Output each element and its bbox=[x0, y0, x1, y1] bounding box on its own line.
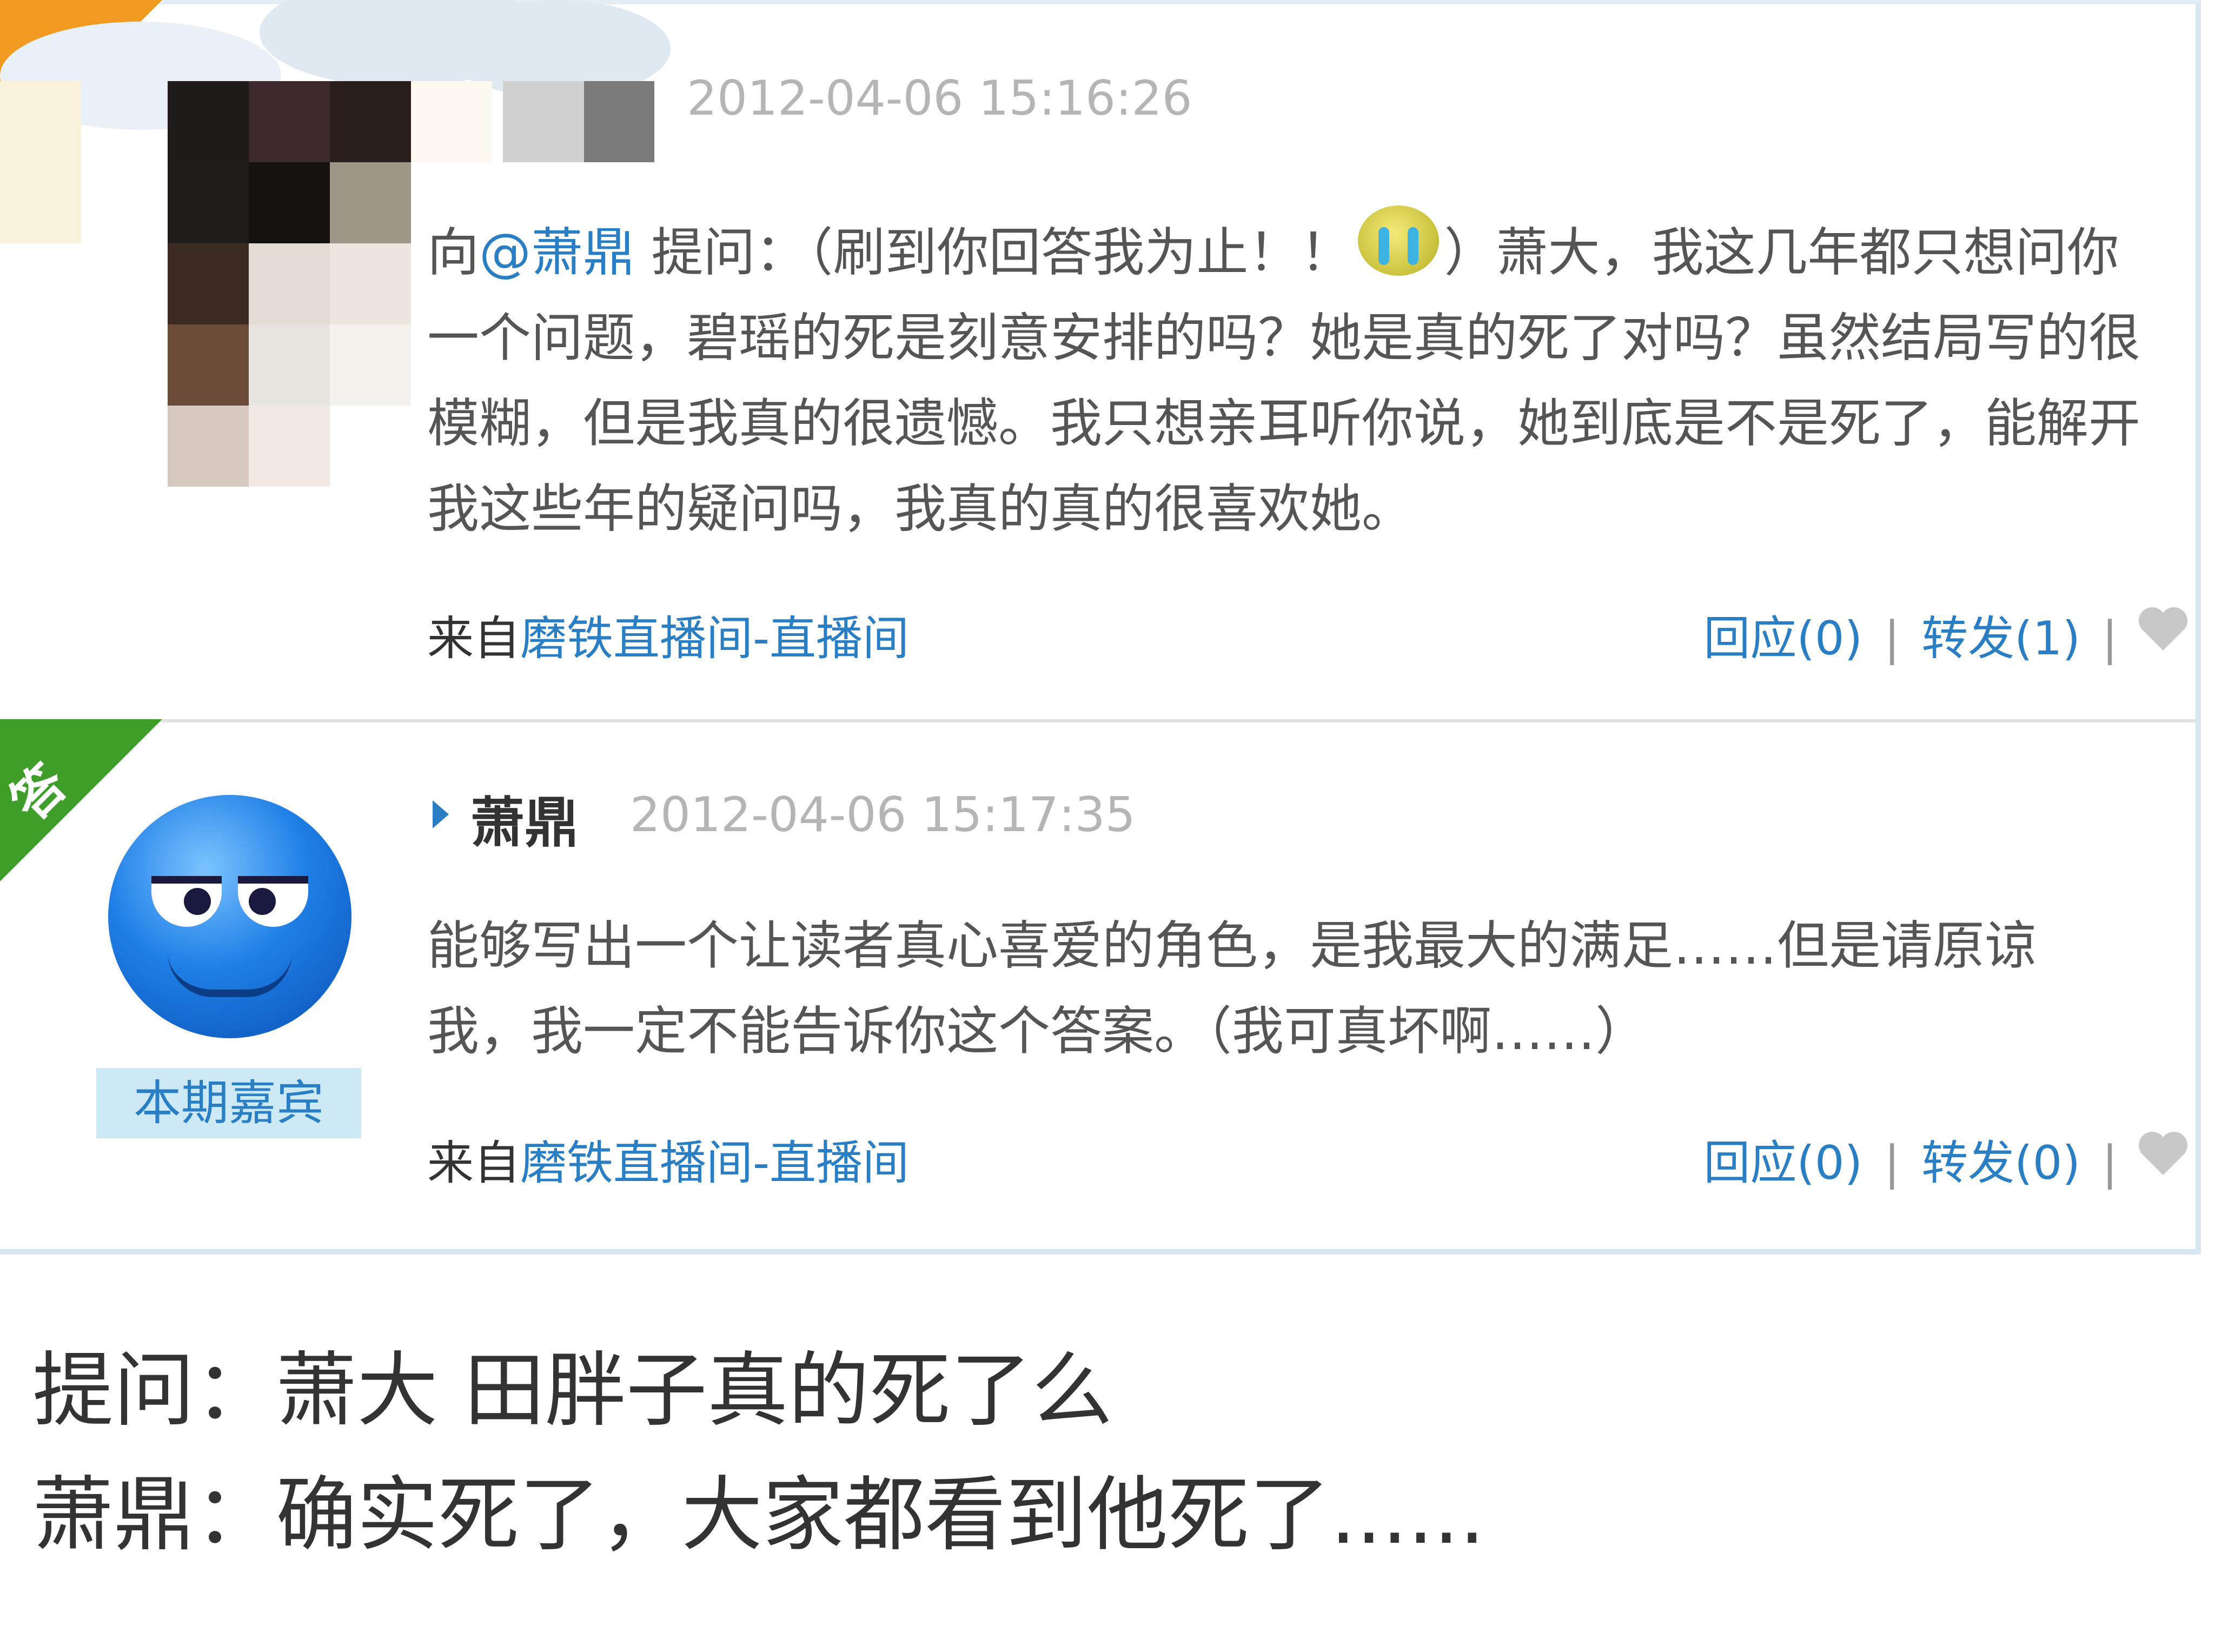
source-link[interactable]: 磨铁直播间-直播间 bbox=[520, 1136, 909, 1190]
source-link[interactable]: 磨铁直播间-直播间 bbox=[520, 612, 909, 666]
separator: | bbox=[1884, 612, 1900, 666]
divider bbox=[0, 719, 2196, 722]
forward-link[interactable]: 转发(0) bbox=[1921, 1136, 2080, 1190]
question-body: 向@萧鼎 提问：（刷到你回答我为止！！ ）萧大，我这几年都只想问你一个问题，碧瑶的… bbox=[427, 205, 2158, 552]
avatar-eye bbox=[151, 876, 222, 927]
question-timestamp: 2012-04-06 15:16:26 bbox=[687, 70, 1192, 126]
question-prefix: 向 bbox=[427, 222, 479, 283]
reply-link[interactable]: 回应(0) bbox=[1703, 1136, 1862, 1190]
guest-badge: 本期嘉宾 bbox=[96, 1068, 361, 1138]
reply-link[interactable]: 回应(0) bbox=[1703, 612, 1862, 666]
heart-icon[interactable] bbox=[2136, 605, 2190, 653]
answer-body: 能够写出一个让读者真心喜爱的角色，是我最大的满足……但是请原谅我，我一定不能告诉… bbox=[427, 915, 2037, 1061]
mention-link[interactable]: @萧鼎 bbox=[479, 222, 635, 283]
forward-link[interactable]: 转发(1) bbox=[1921, 612, 2080, 666]
heart-icon[interactable] bbox=[2136, 1129, 2190, 1178]
question-source: 来自磨铁直播间-直播间 bbox=[427, 600, 909, 668]
answerer-name[interactable]: 萧鼎 bbox=[470, 779, 579, 857]
separator: | bbox=[2102, 1136, 2118, 1190]
caption-question: 提问：萧大 田胖子真的死了么 bbox=[32, 1344, 1113, 1438]
caret-right-icon bbox=[433, 800, 449, 828]
answer-source: 来自磨铁直播间-直播间 bbox=[427, 1125, 909, 1192]
question-actions: 回应(0) | 转发(1) | bbox=[1703, 600, 2139, 668]
caption-answer: 萧鼎：确实死了，大家都看到他死了...... bbox=[32, 1468, 1485, 1562]
separator: | bbox=[1884, 1136, 1900, 1190]
answerer-avatar[interactable] bbox=[108, 795, 352, 1038]
question-text-part1: 提问：（刷到你回答我为止！！ bbox=[635, 222, 1352, 283]
answer-timestamp: 2012-04-06 15:17:35 bbox=[630, 787, 1136, 842]
avatar-eye bbox=[238, 876, 308, 927]
crying-face-icon bbox=[1357, 205, 1439, 276]
source-prefix: 来自 bbox=[427, 612, 520, 666]
answer-actions: 回应(0) | 转发(0) | bbox=[1703, 1125, 2139, 1192]
avatar-mouth bbox=[168, 952, 292, 997]
source-prefix: 来自 bbox=[427, 1136, 520, 1190]
separator: | bbox=[2102, 612, 2118, 666]
